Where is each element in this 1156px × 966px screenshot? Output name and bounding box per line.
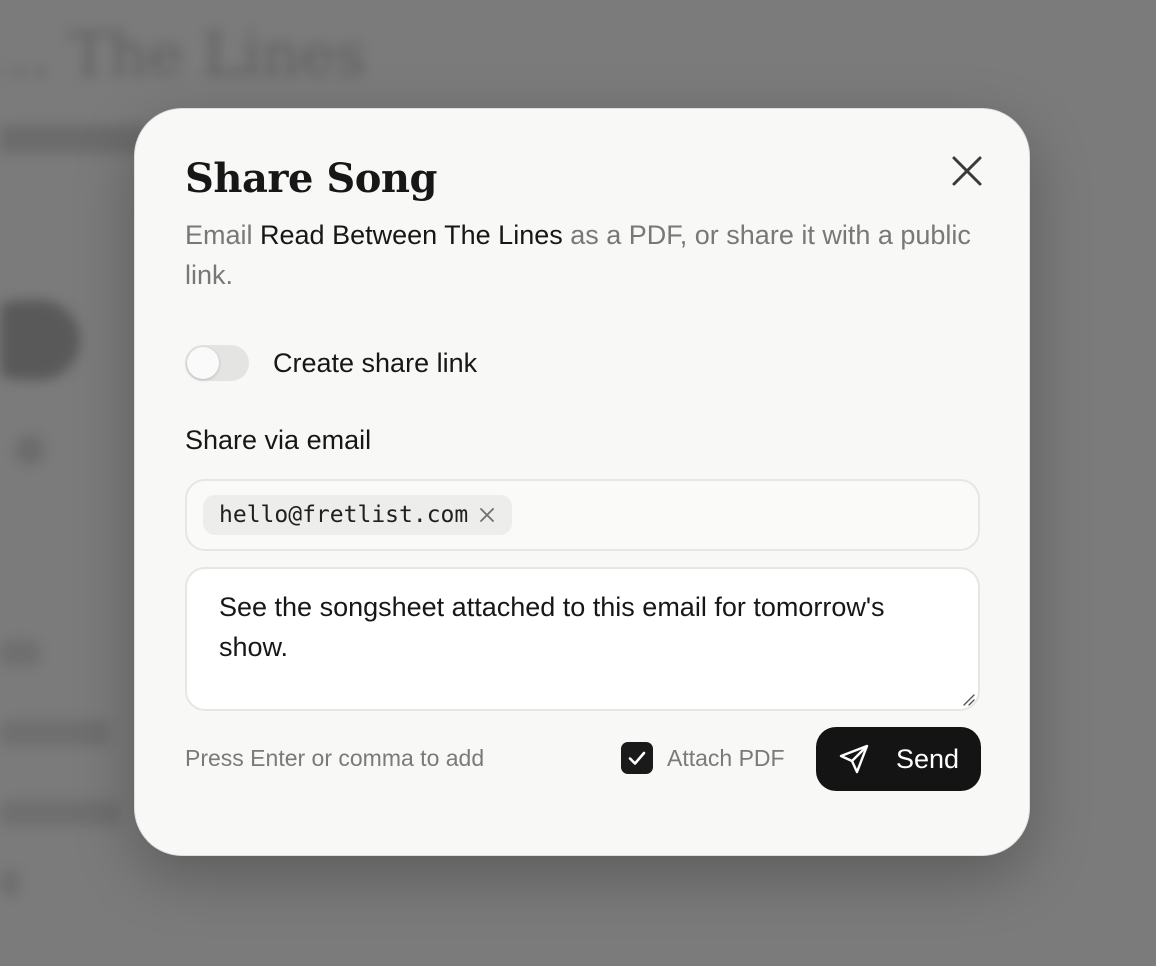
- x-icon[interactable]: [478, 506, 496, 524]
- recipient-chip: hello@fretlist.com: [203, 495, 513, 535]
- paper-plane-icon: [839, 744, 869, 774]
- dialog-title: Share Song: [185, 155, 437, 202]
- toggle-knob: [187, 347, 219, 379]
- email-section-label: Share via email: [185, 425, 372, 455]
- check-icon: [628, 751, 646, 765]
- email-hint: Press Enter or comma to add: [185, 745, 485, 771]
- description-prefix: Email: [185, 220, 261, 250]
- attach-pdf-option[interactable]: Attach PDF: [621, 742, 785, 774]
- attach-pdf-checkbox[interactable]: [621, 742, 653, 774]
- share-song-dialog: Share Song Email Read Between The Lines …: [134, 108, 1030, 856]
- share-link-toggle[interactable]: [185, 345, 249, 381]
- share-link-label: Create share link: [273, 347, 478, 378]
- share-link-row: Create share link: [185, 345, 477, 381]
- message-text: See the songsheet attached to this email…: [219, 592, 885, 662]
- resize-handle-icon[interactable]: [960, 691, 976, 707]
- close-icon: [952, 156, 982, 186]
- recipient-email: hello@fretlist.com: [219, 502, 469, 528]
- message-textarea[interactable]: See the songsheet attached to this email…: [185, 567, 980, 711]
- dialog-description: Email Read Between The Lines as a PDF, o…: [185, 215, 985, 295]
- close-button[interactable]: [949, 153, 985, 189]
- send-label: Send: [896, 743, 960, 774]
- attach-pdf-label: Attach PDF: [667, 744, 785, 771]
- send-button[interactable]: Send: [816, 727, 981, 791]
- recipients-input[interactable]: hello@fretlist.com: [185, 479, 980, 551]
- song-title: Read Between The Lines: [260, 220, 563, 250]
